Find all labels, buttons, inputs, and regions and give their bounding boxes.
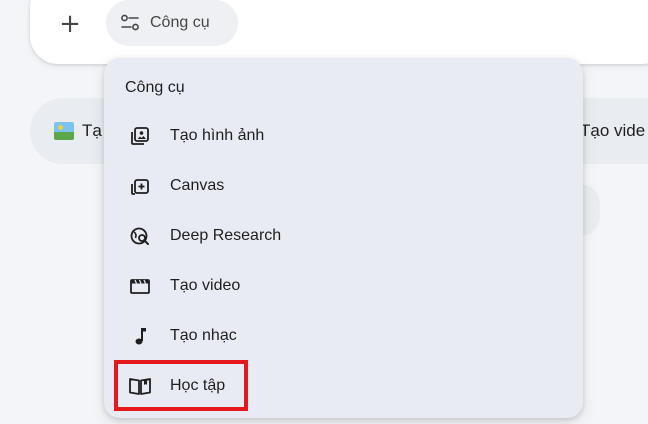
menu-item-label: Tạo hình ảnh bbox=[170, 127, 265, 144]
menu-title: Công cụ bbox=[125, 79, 185, 96]
menu-item-create-image[interactable]: Tạo hình ảnh bbox=[104, 111, 583, 161]
video-clapper-icon bbox=[128, 274, 152, 298]
tools-button-label: Công cụ bbox=[150, 14, 210, 31]
picture-icon bbox=[54, 122, 74, 140]
menu-item-canvas[interactable]: Canvas bbox=[104, 161, 583, 211]
deep-research-icon bbox=[128, 224, 152, 248]
highlight-annotation bbox=[114, 360, 248, 411]
suggestion-chip-label: Tạ bbox=[82, 121, 102, 140]
music-note-icon bbox=[128, 324, 152, 348]
menu-item-create-music[interactable]: Tạo nhạc bbox=[104, 311, 583, 361]
add-button[interactable]: + bbox=[52, 6, 88, 42]
canvas-icon bbox=[128, 174, 152, 198]
suggestion-chip-label: Tạo vide bbox=[580, 121, 646, 140]
image-stack-icon bbox=[128, 124, 152, 148]
menu-item-label: Canvas bbox=[170, 177, 225, 194]
tools-icon bbox=[121, 14, 139, 31]
menu-item-create-video[interactable]: Tạo video bbox=[104, 261, 583, 311]
tools-button[interactable]: Công cụ bbox=[106, 0, 238, 46]
menu-item-label: Tạo video bbox=[170, 277, 241, 294]
menu-item-label: Deep Research bbox=[170, 227, 282, 244]
menu-item-deep-research[interactable]: Deep Research bbox=[104, 211, 583, 261]
menu-item-label: Tạo nhạc bbox=[170, 327, 237, 344]
